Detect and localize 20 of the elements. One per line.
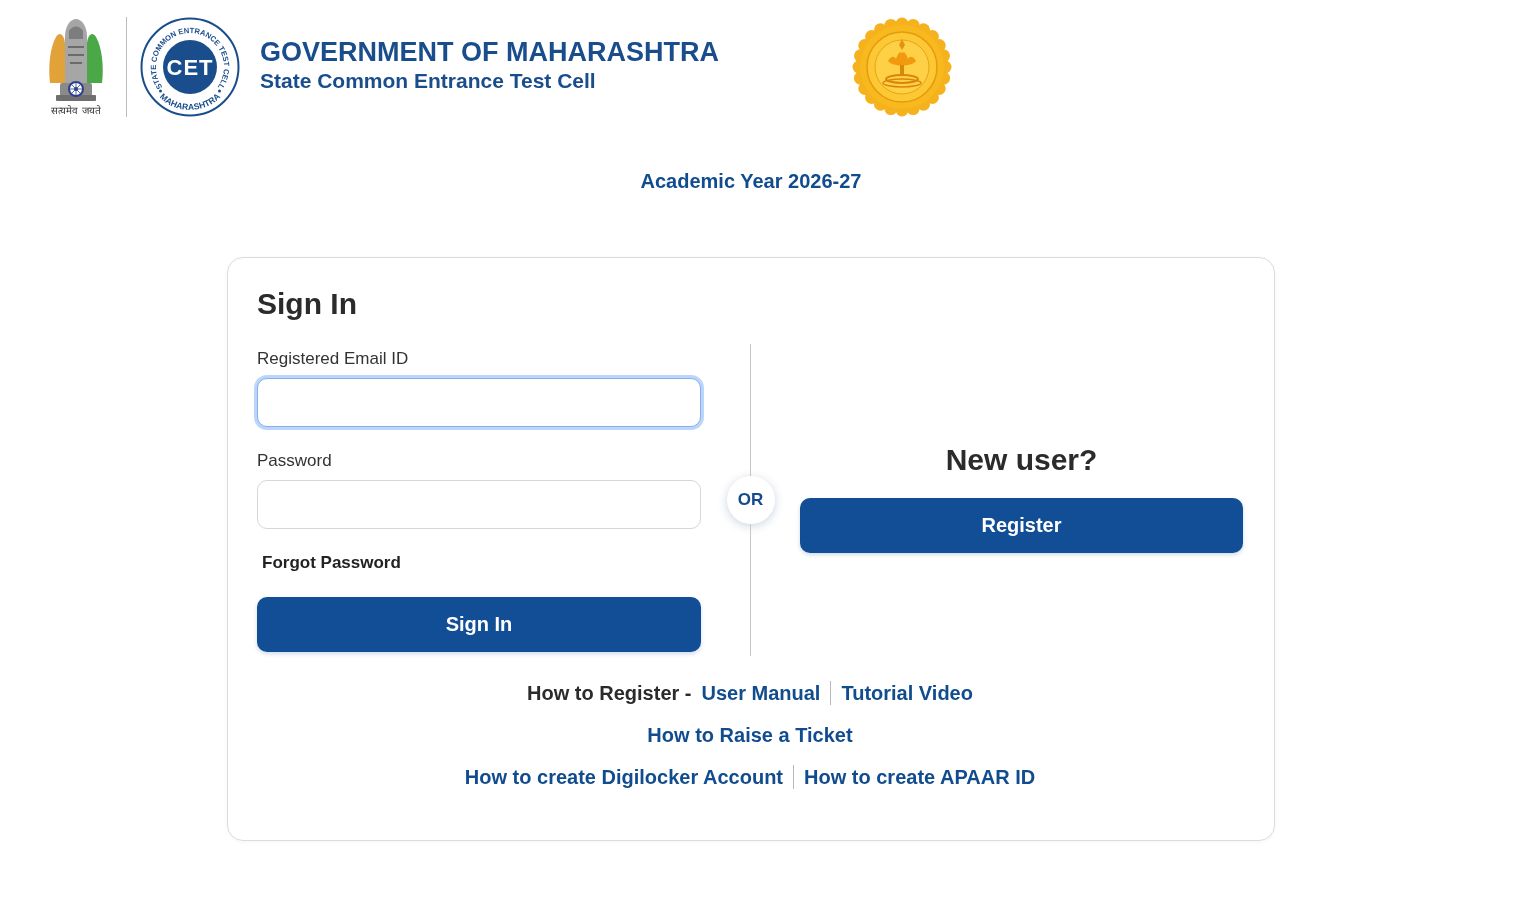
sign-in-button[interactable]: Sign In <box>257 597 701 652</box>
register-button[interactable]: Register <box>800 498 1243 553</box>
sign-in-heading: Sign In <box>257 286 357 322</box>
site-title: GOVERNMENT OF MAHARASHTRA <box>260 36 719 68</box>
new-user-heading: New user? <box>945 442 1098 478</box>
or-divider-badge: OR <box>726 476 775 524</box>
field-label: Password <box>257 451 332 471</box>
emblem-motto: सत्यमेव जयते <box>51 105 101 117</box>
input-field[interactable] <box>257 480 701 529</box>
help-link[interactable]: User Manual <box>701 681 821 705</box>
help-label: How to Register - <box>527 681 692 705</box>
help-link[interactable]: How to Raise a Ticket <box>647 723 853 747</box>
site-subtitle: State Common Entrance Test Cell <box>260 68 596 94</box>
help-link[interactable]: How to create Digilocker Account <box>464 765 784 789</box>
input-field[interactable] <box>257 378 701 427</box>
forgot-password-link[interactable]: Forgot Password <box>262 553 401 573</box>
help-link[interactable]: How to create APAAR ID <box>804 765 1036 789</box>
help-link[interactable]: Tutorial Video <box>841 681 973 705</box>
academic-year-heading: Academic Year 2026-27 <box>640 169 862 193</box>
field-label: Registered Email ID <box>257 349 409 369</box>
